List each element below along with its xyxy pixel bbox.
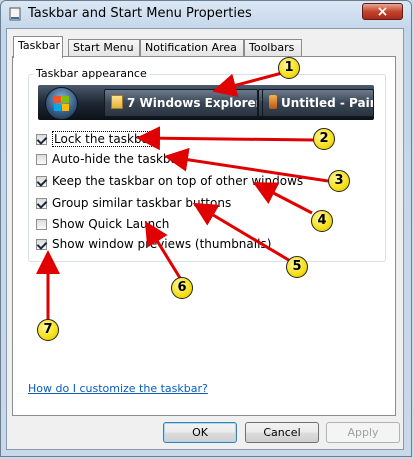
- folder-icon: [111, 95, 123, 109]
- callout-1: 1: [278, 57, 300, 79]
- ok-button[interactable]: OK: [163, 422, 237, 443]
- option-label: Keep the taskbar on top of other windows: [52, 174, 304, 188]
- option-auto-hide[interactable]: Auto-hide the taskbar: [36, 151, 183, 167]
- checkbox-group-buttons[interactable]: [36, 197, 47, 209]
- preview-button-label: Windows Explorer: [139, 96, 258, 110]
- windows-flag-icon: [54, 96, 70, 112]
- taskbar-appearance-label: Taskbar appearance: [33, 67, 150, 80]
- apply-button[interactable]: Apply: [326, 422, 400, 443]
- checkbox-keep-on-top[interactable]: [36, 175, 47, 187]
- option-lock-taskbar[interactable]: Lock the taskbar: [36, 131, 156, 147]
- tab-notification-area[interactable]: Notification Area: [140, 39, 244, 57]
- title-bar[interactable]: Taskbar and Start Menu Properties ×: [1, 1, 411, 27]
- callout-2: 2: [313, 128, 335, 150]
- callout-6: 6: [171, 277, 193, 299]
- close-icon: ×: [376, 3, 389, 20]
- close-button[interactable]: ×: [362, 3, 403, 20]
- checkbox-window-previews[interactable]: [36, 238, 47, 250]
- option-keep-on-top[interactable]: Keep the taskbar on top of other windows: [36, 173, 303, 189]
- option-group-buttons[interactable]: Group similar taskbar buttons: [36, 195, 231, 211]
- taskbar-preview: 7 Windows Explorer ▼ Untitled - Paint: [38, 85, 374, 120]
- tab-toolbars[interactable]: Toolbars: [244, 39, 302, 57]
- callout-4: 4: [311, 210, 333, 232]
- preview-button-count: 7: [127, 96, 136, 110]
- checkbox-auto-hide[interactable]: [36, 153, 47, 165]
- option-label: Group similar taskbar buttons: [52, 196, 232, 210]
- option-label: Lock the taskbar: [52, 131, 156, 147]
- window-title: Taskbar and Start Menu Properties: [28, 6, 252, 21]
- callout-5: 5: [286, 256, 308, 278]
- paint-icon: [269, 95, 277, 109]
- start-orb-icon: [45, 87, 78, 120]
- checkbox-quick-launch[interactable]: [36, 218, 47, 230]
- option-label: Show Quick Launch: [52, 217, 170, 231]
- checkbox-lock-taskbar[interactable]: [36, 133, 47, 145]
- tab-start-menu[interactable]: Start Menu: [68, 39, 140, 57]
- callout-3: 3: [328, 170, 350, 192]
- preview-button-windows-explorer: 7 Windows Explorer: [104, 89, 258, 117]
- tab-taskbar[interactable]: Taskbar: [13, 36, 63, 58]
- callout-7: 7: [37, 319, 59, 341]
- option-quick-launch[interactable]: Show Quick Launch: [36, 216, 169, 232]
- taskbar-properties-icon: [9, 7, 21, 21]
- option-window-previews[interactable]: Show window previews (thumbnails): [36, 236, 271, 252]
- preview-button-paint: Untitled - Paint: [262, 89, 374, 117]
- help-link[interactable]: How do I customize the taskbar?: [28, 382, 208, 395]
- cancel-button[interactable]: Cancel: [245, 422, 319, 443]
- option-label: Show window previews (thumbnails): [52, 237, 272, 251]
- option-label: Auto-hide the taskbar: [52, 152, 183, 166]
- preview-button-label: Untitled - Paint: [281, 96, 374, 110]
